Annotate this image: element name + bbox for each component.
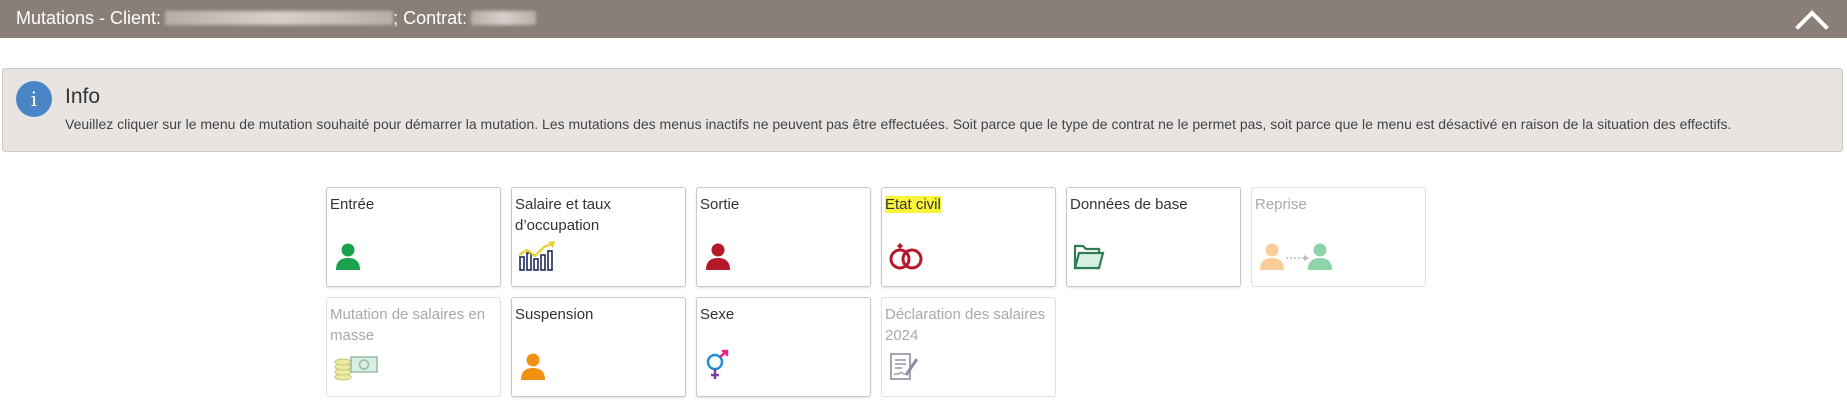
salary-declaration-icon xyxy=(888,351,920,386)
tile-label-text: Etat civil xyxy=(885,196,941,213)
header-title-contract-label: ; Contrat: xyxy=(393,8,468,28)
tile-entree[interactable]: Entrée xyxy=(326,187,501,287)
tile-sortie[interactable]: Sortie xyxy=(696,187,871,287)
contract-number-redacted: ██████ xyxy=(471,10,537,25)
tile-label: Etat civil xyxy=(885,194,1050,215)
money-coins-icon xyxy=(333,351,379,386)
tile-etat-civil[interactable]: Etat civil xyxy=(881,187,1056,287)
salary-chart-icon xyxy=(518,241,556,276)
tile-label: Déclaration des salaires 2024 xyxy=(885,306,1046,344)
header-title-prefix: Mutations - Client: xyxy=(16,8,162,28)
mutations-header: Mutations - Client:██████████████; Contr… xyxy=(0,0,1847,38)
chevron-up-icon xyxy=(1795,10,1829,30)
tile-donnees-de-base[interactable]: Données de base xyxy=(1066,187,1241,287)
tile-label: Sortie xyxy=(700,196,740,213)
tile-sexe[interactable]: Sexe xyxy=(696,297,871,397)
info-icon: i xyxy=(16,81,52,117)
tile-label: Suspension xyxy=(515,306,594,323)
tile-suspension[interactable]: Suspension xyxy=(511,297,686,397)
tile-salaire[interactable]: Salaire et taux d’occupation xyxy=(511,187,686,287)
tile-label: Entrée xyxy=(330,196,375,213)
header-title: Mutations - Client:██████████████; Contr… xyxy=(16,0,537,36)
tile-label: Reprise xyxy=(1255,196,1307,213)
person-green-icon xyxy=(333,241,363,276)
wedding-rings-icon xyxy=(888,241,926,276)
info-title: Info xyxy=(65,85,101,108)
gender-icon xyxy=(703,349,733,386)
tile-mutation-salaires-masse: Mutation de salaires en masse xyxy=(326,297,501,397)
person-red-icon xyxy=(703,241,733,276)
tile-reprise: Reprise xyxy=(1251,187,1426,287)
info-text: Veuillez cliquer sur le menu de mutation… xyxy=(65,116,1732,132)
tile-label: Salaire et taux d’occupation xyxy=(515,196,611,234)
transfer-persons-icon xyxy=(1258,241,1334,276)
tile-declaration-salaires: Déclaration des salaires 2024 xyxy=(881,297,1056,397)
person-orange-icon xyxy=(518,351,548,386)
tile-label: Données de base xyxy=(1070,196,1188,213)
collapse-button[interactable] xyxy=(1793,4,1831,34)
tile-label: Mutation de salaires en masse xyxy=(330,306,486,344)
info-panel: i Info Veuillez cliquer sur le menu de m… xyxy=(2,68,1843,152)
client-name-redacted: ██████████████ xyxy=(165,10,394,25)
tile-label: Sexe xyxy=(700,306,735,323)
folder-icon xyxy=(1073,241,1105,276)
